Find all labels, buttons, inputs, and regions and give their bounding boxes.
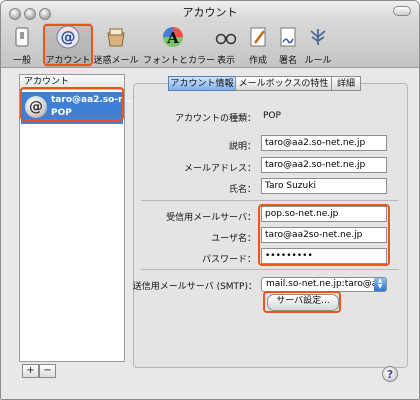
window-title: アカウント — [182, 6, 238, 19]
toolbar-item-label: 迷惑メール — [93, 56, 139, 66]
help-button[interactable]: ? — [382, 366, 398, 382]
tab-account-info[interactable]: アカウント情報 — [168, 76, 236, 91]
smtp-server-select[interactable]: mail.so-net.ne.jp:taro@aa2 ▲ ▼ — [261, 277, 387, 292]
highlight-account — [20, 87, 124, 121]
toolbar-item-label: ルール — [304, 56, 332, 66]
signature-pen-icon — [280, 27, 296, 47]
pencil-icon — [250, 27, 266, 47]
toolbar-item-general[interactable]: 一般 — [7, 23, 37, 67]
username-label: ユーザ名： — [211, 234, 256, 244]
toolbar-item-label: 一般 — [12, 56, 31, 66]
junk-mail-icon — [107, 28, 125, 47]
toolbar-item-junk-mail[interactable]: 迷惑メール — [93, 23, 139, 67]
add-account-button[interactable]: + — [22, 364, 39, 378]
tab-mailbox-behaviors[interactable]: メールボックスの特性 — [235, 76, 332, 91]
remove-account-button[interactable]: − — [39, 364, 56, 378]
account-preferences-window: アカウント 一般 @ アカウント 迷惑メール A フォントとカラー 表示 作成 … — [0, 0, 420, 400]
smtp-server-label: 送信用メールサーバ (SMTP)： — [132, 282, 257, 292]
password-label: パスワード： — [201, 255, 256, 265]
account-type-value: POP — [263, 111, 281, 121]
toolbar-item-label: フォントとカラー — [143, 56, 216, 66]
full-name-field[interactable]: Taro Suzuki — [261, 178, 387, 194]
email-address-label: メールアドレス： — [183, 164, 256, 174]
incoming-server-label: 受信用メールサーバ： — [166, 213, 256, 223]
full-name-label: 氏名： — [228, 185, 256, 195]
account-type-label: アカウントの種類： — [174, 114, 256, 124]
svg-text:A: A — [166, 29, 179, 47]
highlight-server-fields — [258, 204, 390, 266]
title-bar: アカウント — [1, 1, 419, 23]
email-address-field[interactable]: taro@aa2.so-net.ne.jp — [261, 157, 387, 173]
description-label: 説明： — [228, 142, 256, 152]
toolbar-item-rules[interactable]: ルール — [303, 23, 333, 67]
glasses-icon — [215, 33, 237, 45]
tab-advanced[interactable]: 詳細 — [331, 76, 361, 91]
fonts-colors-icon: A — [163, 27, 183, 47]
preferences-content: アカウント @ taro@aa2.so-n... POP + − アカウント情報… — [1, 68, 419, 399]
smtp-server-value: mail.so-net.ne.jp:taro@aa2 — [266, 279, 387, 289]
highlight-server-settings — [263, 291, 341, 313]
highlight-accounts-tab — [43, 24, 93, 66]
toolbar-toggle-button[interactable] — [393, 6, 411, 16]
rules-icon — [310, 29, 326, 45]
separator — [141, 269, 399, 270]
popup-arrows-icon: ▲ ▼ — [374, 278, 386, 291]
light-switch-icon — [15, 27, 29, 47]
separator — [141, 200, 399, 201]
toolbar-item-fonts-colors[interactable]: A フォントとカラー — [143, 23, 215, 67]
description-field[interactable]: taro@aa2.so-net.ne.jp — [261, 135, 387, 151]
